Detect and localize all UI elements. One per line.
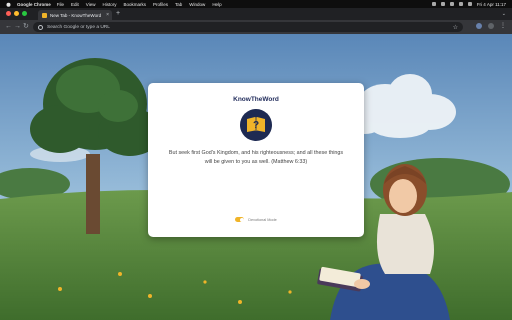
menu-bookmarks[interactable]: Bookmarks xyxy=(124,2,147,7)
back-arrow-icon[interactable]: ← xyxy=(5,23,12,31)
daily-verse: But seek first God's Kingdom, and his ri… xyxy=(168,150,344,165)
more-menu-icon[interactable]: ⋮ xyxy=(500,23,506,29)
toolbar-actions: ⋮ xyxy=(476,23,506,29)
tab-knowtheword[interactable]: New Tab - KnowTheWord × xyxy=(38,10,112,20)
minimize-window-button[interactable] xyxy=(14,11,19,16)
menubar-status-area: Fri 4 Apr 11:17 xyxy=(431,0,506,8)
address-bar-placeholder: Search Google or type a URL xyxy=(47,24,110,30)
address-bar[interactable]: Search Google or type a URL ☆ xyxy=(33,22,463,32)
menu-edit[interactable]: Edit xyxy=(71,2,79,7)
tab-strip: New Tab - KnowTheWord × + ⌄ xyxy=(0,8,512,20)
knowtheword-favicon-icon xyxy=(42,12,47,18)
macos-menubar: Google Chrome File Edit View History Boo… xyxy=(0,0,512,8)
bookmark-star-icon[interactable]: ☆ xyxy=(453,24,458,31)
devotional-mode-row: Devotional Mode xyxy=(148,217,364,222)
google-icon xyxy=(38,24,43,30)
control-center-icon[interactable] xyxy=(467,2,472,6)
knowtheword-logo: ? xyxy=(240,109,272,141)
new-tab-button[interactable]: + xyxy=(116,10,120,18)
devotional-mode-toggle[interactable] xyxy=(235,217,245,222)
status-icon[interactable] xyxy=(431,2,436,6)
apple-logo-icon[interactable] xyxy=(6,2,11,7)
tab-title: New Tab - KnowTheWord xyxy=(50,12,102,18)
book-question-icon: ? xyxy=(247,117,265,132)
search-icon[interactable] xyxy=(458,2,463,6)
menu-tab[interactable]: Tab xyxy=(175,2,182,7)
reload-icon[interactable]: ↻ xyxy=(23,23,29,31)
maximize-window-button[interactable] xyxy=(22,11,27,16)
verse-card: KnowTheWord ? But seek first God's Kingd… xyxy=(148,83,364,237)
menubar-app-name[interactable]: Google Chrome xyxy=(17,2,51,7)
battery-icon[interactable] xyxy=(449,2,454,6)
menu-view[interactable]: View xyxy=(86,2,96,7)
menu-window[interactable]: Window xyxy=(189,2,205,7)
menubar-clock[interactable]: Fri 4 Apr 11:17 xyxy=(477,2,506,7)
logo-question-mark: ? xyxy=(253,120,259,131)
menu-help[interactable]: Help xyxy=(212,2,221,7)
browser-toolbar: ← → ↻ Search Google or type a URL ☆ ⋮ xyxy=(0,20,512,34)
tab-search-icon[interactable]: ⌄ xyxy=(502,11,506,17)
extension-icon[interactable] xyxy=(476,23,482,29)
wifi-icon[interactable] xyxy=(440,2,445,6)
forward-arrow-icon[interactable]: → xyxy=(14,23,21,31)
menu-profiles[interactable]: Profiles xyxy=(153,2,168,7)
close-tab-icon[interactable]: × xyxy=(106,12,109,18)
close-window-button[interactable] xyxy=(6,11,11,16)
card-title: KnowTheWord xyxy=(233,96,279,103)
menu-file[interactable]: File xyxy=(57,2,64,7)
profile-avatar[interactable] xyxy=(488,23,494,29)
window-controls xyxy=(6,11,27,16)
devotional-mode-label: Devotional Mode xyxy=(248,217,277,222)
menu-history[interactable]: History xyxy=(102,2,116,7)
